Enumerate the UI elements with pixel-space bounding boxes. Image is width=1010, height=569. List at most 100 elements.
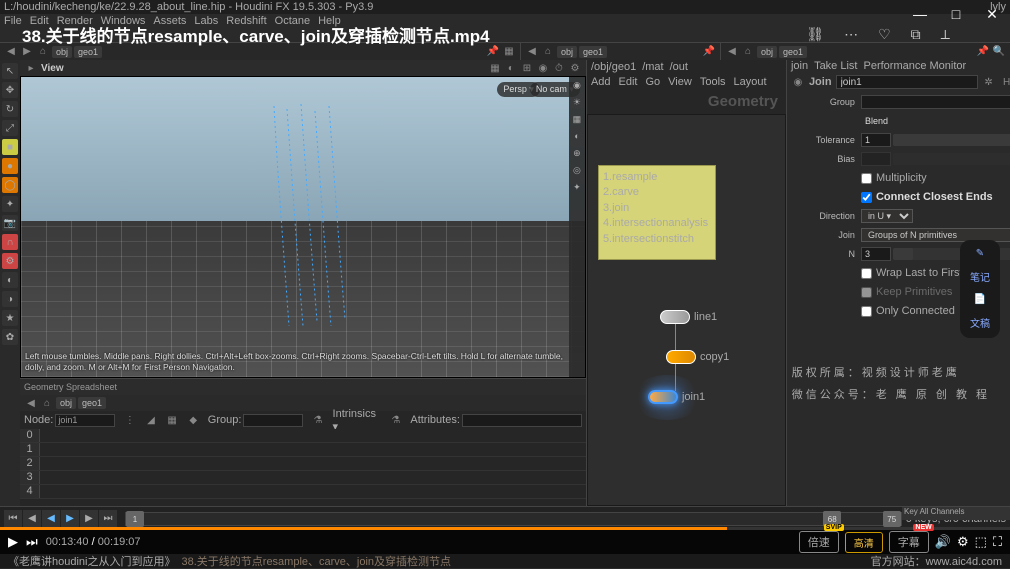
menu-file[interactable]: File (4, 15, 22, 27)
direction-select[interactable]: in U ▾ (861, 209, 913, 223)
tool-tube-icon[interactable]: ◯ (2, 177, 18, 193)
play-back-icon[interactable]: ◀ (42, 510, 60, 528)
tool-box-icon[interactable]: ■ (2, 139, 18, 155)
n-input[interactable] (861, 247, 891, 261)
vs-icon-6[interactable]: ◎ (570, 165, 584, 179)
path-geo-3[interactable]: geo1 (779, 46, 807, 58)
vs-icon-7[interactable]: ✦ (570, 182, 584, 196)
home-icon-2[interactable]: ⌂ (541, 45, 555, 59)
maximize-button[interactable]: □ (938, 0, 974, 28)
back-icon[interactable]: ◀ (4, 45, 18, 59)
key-all-channels[interactable]: Key All Channels (902, 507, 1010, 520)
doc-icon[interactable]: 📄 (974, 294, 986, 305)
tool-arrow-icon[interactable]: ↖ (2, 63, 18, 79)
net-view[interactable]: View (668, 76, 692, 88)
param-gear-icon[interactable]: ✲ (982, 75, 996, 89)
tool-cam-icon[interactable]: 📷 (2, 215, 18, 231)
node-line[interactable]: line1 (660, 310, 717, 324)
ss-detail-icon[interactable]: ◆ (187, 413, 200, 427)
minimize-button[interactable]: — (902, 0, 938, 28)
path-obj[interactable]: obj (52, 46, 72, 58)
home-icon-3[interactable]: ⌂ (741, 45, 755, 59)
net-go[interactable]: Go (645, 76, 660, 88)
fullscreen-icon[interactable]: ⛶ (993, 534, 1002, 550)
vh-icon-3[interactable]: ⊞ (520, 61, 534, 75)
next-frame-icon[interactable]: ▶ (80, 510, 98, 528)
network-view[interactable]: 1.resample 2.carve 3.join 4.intersection… (587, 114, 786, 506)
vs-icon-4[interactable]: ◐ (570, 131, 584, 145)
volume-icon[interactable]: 🔊 (935, 534, 951, 550)
group-input[interactable] (861, 95, 1010, 109)
ss-path-obj[interactable]: obj (56, 397, 76, 409)
net-layout[interactable]: Layout (734, 76, 767, 88)
vh-icon-6[interactable]: ⚙ (568, 61, 582, 75)
tolerance-slider[interactable] (893, 134, 1010, 146)
tab-out[interactable]: /out (670, 61, 688, 73)
net-tools[interactable]: Tools (700, 76, 726, 88)
path-obj-3[interactable]: obj (757, 46, 777, 58)
tolerance-input[interactable] (861, 133, 891, 147)
end-tick[interactable]: 75 (883, 511, 901, 527)
note-icon[interactable]: ✎ (976, 248, 984, 259)
vh-icon-2[interactable]: ◐ (504, 61, 518, 75)
first-frame-icon[interactable]: ⏮ (4, 510, 22, 528)
close-button[interactable]: ✕ (974, 0, 1010, 28)
tool-magnet-icon[interactable]: ∩ (2, 234, 18, 250)
heart-icon[interactable]: ♡ (878, 26, 891, 43)
tool-misc3-icon[interactable]: ★ (2, 310, 18, 326)
ss-node-input[interactable] (55, 414, 115, 427)
settings-icon[interactable]: ⚙ (957, 534, 969, 550)
pin-icon-3[interactable]: 📌 (976, 45, 990, 59)
viewport[interactable]: Persp ▾ No cam ▾ Left mouse tumbles. Mid… (20, 76, 586, 378)
tool-light-icon[interactable]: ✦ (2, 196, 18, 212)
wrap-last-check[interactable] (861, 268, 872, 279)
search-icon[interactable]: 🔍 (992, 45, 1006, 59)
more-icon[interactable]: ⋯ (844, 26, 858, 43)
tool-rotate-icon[interactable]: ↻ (2, 101, 18, 117)
param-help-icon[interactable]: H (1000, 75, 1010, 89)
last-frame-icon[interactable]: ⏭ (99, 510, 117, 528)
prev-frame-icon[interactable]: ◀ (23, 510, 41, 528)
play-fwd-icon[interactable]: ▶ (61, 510, 79, 528)
vs-icon-5[interactable]: ⊕ (570, 148, 584, 162)
subtitle-button[interactable]: 字幕 NEW (889, 531, 929, 553)
back-icon-2[interactable]: ◀ (525, 45, 539, 59)
vs-icon-2[interactable]: ☀ (570, 97, 584, 111)
back-icon-3[interactable]: ◀ (725, 45, 739, 59)
ss-group-input[interactable] (243, 414, 303, 427)
speed-button[interactable]: 倍速 SVIP (799, 531, 839, 553)
tool-scale-icon[interactable]: ⤢ (2, 120, 18, 136)
node-copy[interactable]: copy1 (666, 350, 729, 364)
play-pause-button[interactable]: ▶ (8, 534, 18, 550)
tab-objgeo[interactable]: /obj/geo1 (591, 61, 636, 73)
path-geo-2[interactable]: geo1 (579, 46, 607, 58)
tab-takelist[interactable]: Take List (814, 60, 857, 74)
tool-misc2-icon[interactable]: ◑ (2, 291, 18, 307)
wide-icon[interactable]: ⬚ (975, 534, 987, 550)
timeline-track[interactable]: 1 68 75 (125, 512, 902, 526)
net-edit[interactable]: Edit (619, 76, 638, 88)
pip-icon[interactable]: ⧉ (911, 26, 921, 43)
node-join[interactable]: join1 (648, 390, 705, 404)
tab-mat[interactable]: /mat (642, 61, 663, 73)
ss-home-icon[interactable]: ⌂ (40, 396, 54, 410)
view-menu-icon[interactable]: ▸ (24, 61, 38, 75)
ss-path-geo[interactable]: geo1 (78, 397, 106, 409)
connect-closest-check[interactable] (861, 192, 872, 203)
path-geo[interactable]: geo1 (74, 46, 102, 58)
doc-label[interactable]: 文稿 (970, 315, 990, 330)
share-icon[interactable]: ⛓ (806, 26, 824, 43)
vs-icon-1[interactable]: ◉ (570, 80, 584, 94)
tab-join[interactable]: join (791, 60, 808, 74)
quality-button[interactable]: 高清 (845, 532, 883, 553)
tool-gear-icon[interactable]: ⚙ (2, 253, 18, 269)
tool-sphere-icon[interactable]: ● (2, 158, 18, 174)
layout-icon[interactable]: ▦ (502, 45, 516, 59)
start-tick[interactable]: 1 (126, 511, 144, 527)
ss-verts-icon[interactable]: ◢ (144, 413, 157, 427)
ss-back-icon[interactable]: ◀ (24, 396, 38, 410)
sticky-note[interactable]: 1.resample 2.carve 3.join 4.intersection… (598, 165, 716, 260)
ss-filter-icon-2[interactable]: ⚗ (389, 413, 402, 427)
only-connected-check[interactable] (861, 306, 872, 317)
spreadsheet-rows[interactable]: 0 1 2 3 4 (20, 429, 586, 506)
